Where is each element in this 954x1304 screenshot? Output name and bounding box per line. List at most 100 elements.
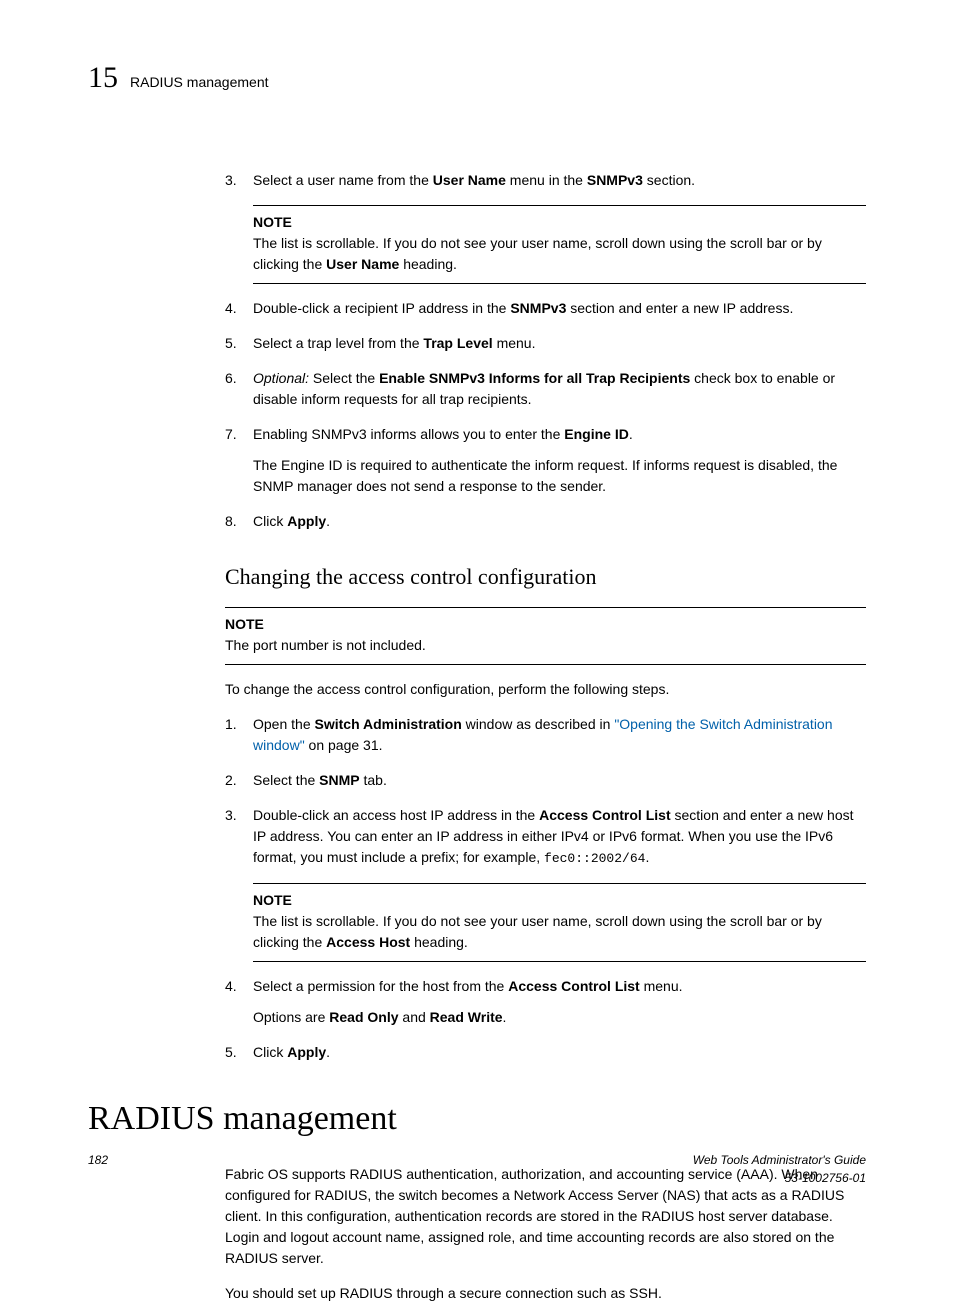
step-body: Double-click a recipient IP address in t…	[253, 298, 866, 319]
text-run: window as described in	[462, 716, 615, 732]
step-body: Select a trap level from the Trap Level …	[253, 333, 866, 354]
page: 15 RADIUS management 3.Select a user nam…	[0, 0, 954, 1235]
note-label: NOTE	[225, 614, 866, 635]
text-run: Read Write	[430, 1009, 503, 1025]
text-run: Click	[253, 1044, 287, 1060]
step-item: 3.Select a user name from the User Name …	[225, 170, 866, 191]
step-number: 7.	[225, 424, 253, 497]
step-body: Click Apply.	[253, 511, 866, 532]
text-run: Enable SNMPv3 Informs for all Trap Recip…	[379, 370, 690, 386]
text-run: Options are	[253, 1009, 329, 1025]
text-run: Apply	[287, 513, 326, 529]
step-item: 5.Select a trap level from the Trap Leve…	[225, 333, 866, 354]
section-access-control: Changing the access control configuratio…	[225, 560, 866, 1063]
step-number: 1.	[225, 714, 253, 756]
step-item: 4.Select a permission for the host from …	[225, 976, 866, 1028]
text-run: Open the	[253, 716, 315, 732]
step-list-b: 1.Open the Switch Administration window …	[225, 714, 866, 1063]
heading-access-control: Changing the access control configuratio…	[225, 560, 866, 593]
text-run: Select a user name from the	[253, 172, 433, 188]
step-item: 5.Click Apply.	[225, 1042, 866, 1063]
step-body: Select a permission for the host from th…	[253, 976, 866, 1028]
text-run: fec0::2002/64	[544, 851, 645, 866]
page-footer: 182 Web Tools Administrator's Guide 53-1…	[88, 1151, 866, 1187]
text-run: menu.	[640, 978, 683, 994]
note-text: The list is scrollable. If you do not se…	[253, 911, 866, 953]
text-run: Double-click an access host IP address i…	[253, 807, 539, 823]
text-run: section and enter a new IP address.	[566, 300, 793, 316]
text-run: Double-click a recipient IP address in t…	[253, 300, 510, 316]
text-run: SNMP	[319, 772, 359, 788]
text-run: menu.	[493, 335, 536, 351]
text-run: menu in the	[506, 172, 587, 188]
step-number: 8.	[225, 511, 253, 532]
step-number: 3.	[225, 170, 253, 191]
text-run: .	[645, 849, 649, 865]
text-run: Select a trap level from the	[253, 335, 423, 351]
step-item: 3.Double-click an access host IP address…	[225, 805, 866, 869]
step-number: 2.	[225, 770, 253, 791]
footer-right: Web Tools Administrator's Guide 53-10027…	[693, 1151, 866, 1187]
note-text: The list is scrollable. If you do not se…	[253, 233, 866, 275]
note-label: NOTE	[253, 890, 866, 911]
text-run: .	[629, 426, 633, 442]
text-run: Select the	[309, 370, 379, 386]
step-item: 8.Click Apply.	[225, 511, 866, 532]
text-run: SNMPv3	[510, 300, 566, 316]
step-item: 4.Double-click a recipient IP address in…	[225, 298, 866, 319]
text-run: and	[399, 1009, 430, 1025]
text-run: User Name	[433, 172, 506, 188]
text-run: .	[326, 513, 330, 529]
step-sub-text: The Engine ID is required to authenticat…	[253, 455, 866, 497]
text-run: User Name	[326, 256, 399, 272]
text-run: .	[326, 1044, 330, 1060]
step-body: Optional: Select the Enable SNMPv3 Infor…	[253, 368, 866, 410]
text-run: Enabling SNMPv3 informs allows you to en…	[253, 426, 564, 442]
step-number: 5.	[225, 1042, 253, 1063]
text-run: heading.	[410, 934, 468, 950]
text-run: Apply	[287, 1044, 326, 1060]
text-run: Select the	[253, 772, 319, 788]
step-body: Open the Switch Administration window as…	[253, 714, 866, 756]
note-port-number: NOTE The port number is not included.	[225, 607, 866, 665]
footer-guide: Web Tools Administrator's Guide	[693, 1151, 866, 1169]
page-number: 182	[88, 1151, 108, 1187]
note-box: NOTEThe list is scrollable. If you do no…	[253, 205, 866, 284]
text-run: The Engine ID is required to authenticat…	[253, 457, 837, 494]
text-run: on page 31.	[305, 737, 383, 753]
radius-para-2: You should set up RADIUS through a secur…	[225, 1283, 866, 1304]
step-item: 2.Select the SNMP tab.	[225, 770, 866, 791]
text-run: .	[503, 1009, 507, 1025]
footer-doc-id: 53-1002756-01	[693, 1169, 866, 1187]
step-item: 7.Enabling SNMPv3 informs allows you to …	[225, 424, 866, 497]
text-run: tab.	[360, 772, 387, 788]
step-number: 6.	[225, 368, 253, 410]
text-run: Access Control List	[508, 978, 639, 994]
running-header: 15 RADIUS management	[88, 55, 866, 100]
running-header-title: RADIUS management	[130, 72, 269, 93]
intro-text: To change the access control configurati…	[225, 679, 866, 700]
text-run: Click	[253, 513, 287, 529]
heading-radius-management: RADIUS management	[88, 1093, 866, 1144]
text-run: SNMPv3	[587, 172, 643, 188]
step-item: 1.Open the Switch Administration window …	[225, 714, 866, 756]
step-sub-text: Options are Read Only and Read Write.	[253, 1007, 866, 1028]
text-run: Engine ID	[564, 426, 629, 442]
note-label: NOTE	[253, 212, 866, 233]
text-run: heading.	[399, 256, 457, 272]
step-body: Select the SNMP tab.	[253, 770, 866, 791]
step-list-a: 3.Select a user name from the User Name …	[225, 170, 866, 532]
step-number: 5.	[225, 333, 253, 354]
step-number: 4.	[225, 976, 253, 1028]
step-body: Enabling SNMPv3 informs allows you to en…	[253, 424, 866, 497]
text-run: section.	[643, 172, 695, 188]
step-body: Select a user name from the User Name me…	[253, 170, 866, 191]
step-number: 3.	[225, 805, 253, 869]
step-body: Click Apply.	[253, 1042, 866, 1063]
text-run: Access Host	[326, 934, 410, 950]
note-text: The port number is not included.	[225, 635, 866, 656]
text-run: Trap Level	[423, 335, 492, 351]
text-run: Optional:	[253, 370, 309, 386]
text-run: Switch Administration	[315, 716, 462, 732]
text-run: Access Control List	[539, 807, 670, 823]
